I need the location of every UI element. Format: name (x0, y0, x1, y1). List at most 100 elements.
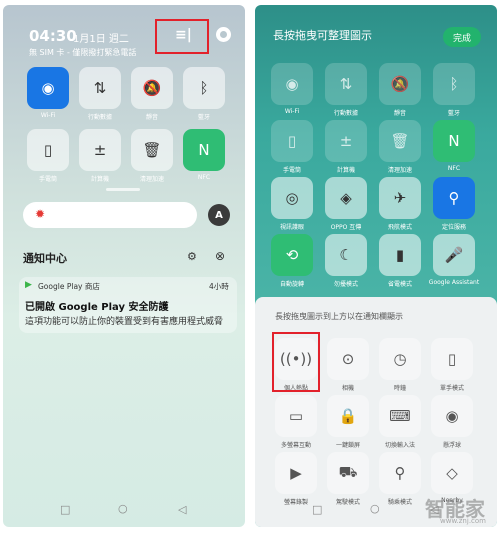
tile-1[interactable]: ⇅ (325, 63, 367, 105)
notification-title: 已開啟 Google Play 安全防護 (25, 302, 169, 313)
home-icon[interactable]: ○ (118, 502, 128, 515)
back-icon[interactable]: ◁ (178, 503, 186, 516)
tile-11[interactable]: ⚲ (433, 177, 475, 219)
recent-apps-icon[interactable]: □ (60, 503, 70, 516)
tile-3[interactable]: ▯ (431, 338, 473, 380)
tile-10[interactable]: ✈ (379, 177, 421, 219)
drag-hint: 長按拖曳圖示到上方以在通知欄顯示 (275, 312, 403, 321)
tile-2[interactable]: 🔕 (379, 63, 421, 105)
tile-icon: 🎤 (444, 246, 464, 264)
tile-5[interactable]: ± (325, 120, 367, 162)
tile-4[interactable]: ▭ (275, 395, 317, 437)
tile-google-assistant[interactable]: 🎤 (433, 234, 475, 276)
tile-icon: ◎ (285, 189, 299, 207)
tile-12[interactable]: ⟲ (271, 234, 313, 276)
tile-6[interactable]: 🗑 (379, 120, 421, 162)
flashlight-icon: ▯ (43, 141, 53, 159)
settings-gear-icon[interactable] (216, 27, 231, 42)
tile-4[interactable]: ▯ (271, 120, 313, 162)
tile-label: 手電筒 (282, 167, 301, 174)
clear-notifications-icon[interactable]: ⊗ (215, 249, 225, 263)
quick-settings-screen: 04:30 1月1日 週二 無 SIM 卡 - 僅限撥打緊急電話 ≡| ◉ Wi-… (3, 5, 245, 527)
tile-label: Google Assistant (428, 279, 480, 286)
tile-icon: ▶ (290, 464, 302, 482)
tile-2[interactable]: 🔕 (131, 67, 173, 109)
tile-icon: ⟲ (285, 246, 299, 264)
trash-icon: 🗑 (142, 141, 162, 159)
tile-label: 單手模式 (439, 385, 464, 392)
tile-icon: 🗑 (390, 132, 410, 150)
edit-tiles-title: 長按拖曳可整理圖示 (273, 29, 372, 42)
tile-7[interactable]: ◉ (431, 395, 473, 437)
recent-apps-icon[interactable]: □ (312, 503, 322, 516)
tile-13[interactable]: ☾ (325, 234, 367, 276)
tile-icon: ⇅ (339, 75, 353, 93)
tile-icon: ⛟ (338, 463, 358, 481)
tile-label: 藍牙 (197, 114, 210, 121)
tile-4[interactable]: ▯ (27, 129, 69, 171)
tile-oppo[interactable]: ◈ (325, 177, 367, 219)
brightness-slider[interactable] (23, 202, 197, 228)
tile-icon: ◈ (340, 189, 352, 207)
tile-icon: ᛒ (449, 75, 459, 93)
notification-settings-icon[interactable]: ⚙ (187, 250, 197, 263)
tile-label: 多螢幕互動 (280, 442, 311, 449)
tile-label: 切換輸入法 (384, 442, 415, 449)
calculator-icon: ± (93, 141, 107, 159)
tile-2[interactable]: ◷ (379, 338, 421, 380)
tile-6[interactable]: ⌨ (379, 395, 421, 437)
status-date: 1月1日 週二 (73, 34, 129, 45)
google-play-icon: ▶ (25, 280, 32, 290)
edit-tiles-icon[interactable]: ≡| (175, 27, 192, 43)
tile-icon: ◉ (445, 407, 459, 425)
tile-8[interactable]: ◎ (271, 177, 313, 219)
notification-app-name: Google Play 商店 (38, 282, 100, 291)
highlight-box (272, 332, 320, 392)
notification-center-title: 通知中心 (23, 252, 67, 265)
tile-label: Wi-Fi (284, 108, 300, 115)
tile-8[interactable]: ▶ (275, 452, 317, 494)
tile-icon: ✈ (393, 189, 407, 207)
tile-14[interactable]: ▮ (379, 234, 421, 276)
tile-nfc[interactable]: N (433, 120, 475, 162)
tile-icon: ± (339, 132, 353, 150)
tile-nearby[interactable]: ◇ (431, 452, 473, 494)
tile-1[interactable]: ⊙ (327, 338, 369, 380)
tile-icon: ◇ (446, 464, 458, 482)
tile-nfc[interactable]: N (183, 129, 225, 171)
tile-icon: ⚲ (394, 464, 406, 482)
edit-tiles-screen: 長按拖曳可整理圖示 完成 ◉ Wi-Fi ⇅ 行動數據 🔕 靜音 ᛒ 藍牙 ▯ 手電筒 ± 計算機 🗑 清… (255, 5, 497, 527)
brightness-icon: ✹ (35, 207, 46, 221)
wifi-icon: ◉ (41, 79, 55, 97)
tile-3[interactable]: ᛒ (183, 67, 225, 109)
tile-wi-fi[interactable]: ◉ (27, 67, 69, 109)
tile-5[interactable]: ± (79, 129, 121, 171)
tile-label: 自動旋轉 (279, 281, 304, 288)
notification-time: 4小時 (209, 282, 229, 291)
tile-label: NFC (197, 174, 211, 181)
tile-icon: ▮ (395, 246, 405, 264)
drag-handle[interactable] (106, 188, 140, 191)
tile-label: 省電模式 (387, 281, 412, 288)
tile-icon: ⚲ (448, 189, 460, 207)
tile-10[interactable]: ⚲ (379, 452, 421, 494)
tile-wi-fi[interactable]: ◉ (271, 63, 313, 105)
tile-icon: ▯ (287, 132, 297, 150)
tile-label: 視訊護眼 (279, 224, 304, 231)
tile-6[interactable]: 🗑 (131, 129, 173, 171)
tile-label: 行動數據 (333, 110, 358, 117)
tile-label: 靜音 (393, 110, 406, 117)
tile-3[interactable]: ᛒ (433, 63, 475, 105)
status-time: 04:30 (29, 27, 77, 45)
tile-label: 一鍵鎖屏 (335, 442, 360, 449)
tile-9[interactable]: ⛟ (327, 452, 369, 494)
tile-1[interactable]: ⇅ (79, 67, 121, 109)
back-icon[interactable]: ◁ (430, 503, 438, 516)
done-button[interactable]: 完成 (443, 27, 481, 47)
auto-brightness-button[interactable]: A (208, 204, 230, 226)
tile-5[interactable]: 🔒 (327, 395, 369, 437)
mute-icon: 🔕 (142, 79, 162, 97)
tile-label: 定位服務 (441, 224, 466, 231)
home-icon[interactable]: ○ (370, 502, 380, 515)
tile-label: 靜音 (145, 114, 158, 121)
